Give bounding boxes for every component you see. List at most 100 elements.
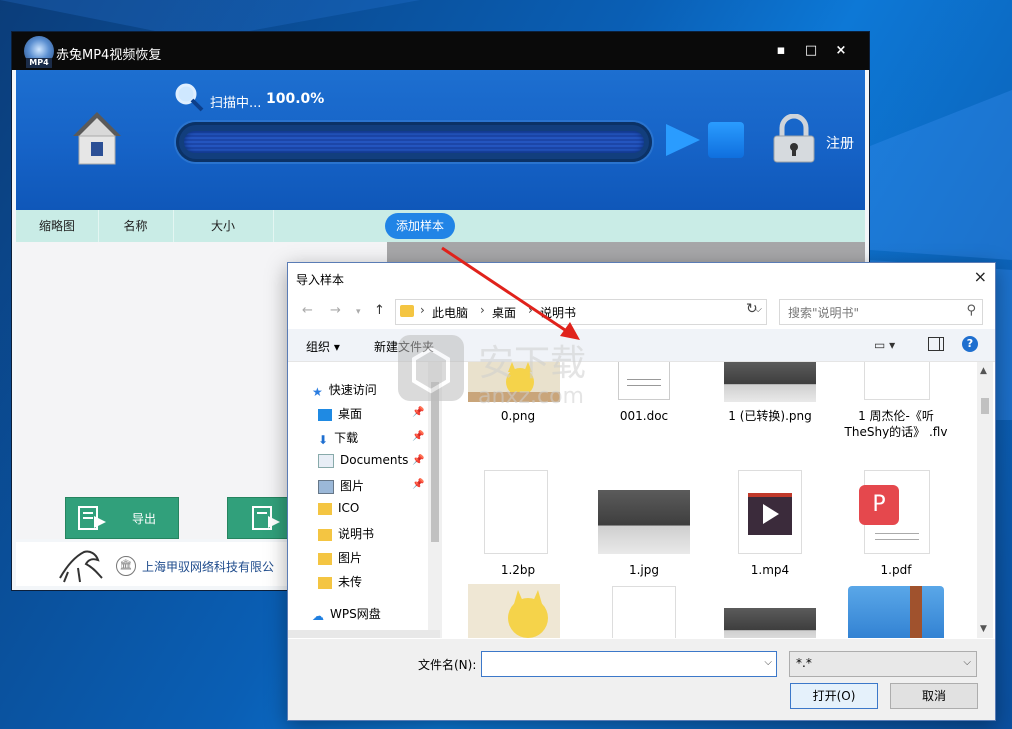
register-link[interactable]: 注册 (826, 133, 854, 153)
breadcrumb-desktop[interactable]: 桌面 (492, 304, 516, 321)
svg-text:安下载: 安下载 (478, 343, 586, 384)
search-input[interactable]: 搜索"说明书" ⚲ (779, 299, 983, 325)
svg-text:anxz.com: anxz.com (478, 384, 584, 409)
image-thumbnail-icon (598, 490, 690, 554)
nav-label: 说明书 (338, 527, 375, 541)
video-file-icon (738, 470, 802, 554)
filename-label: 文件名(N): (418, 658, 477, 672)
app-header: 扫描中... 100.0% 注册 (16, 70, 865, 210)
column-name[interactable]: 名称 (98, 210, 174, 242)
nav-item-downloads[interactable]: ⬇ 下载 (318, 429, 358, 447)
view-options-icon[interactable]: ▭ ▾ (874, 338, 895, 352)
nav-label: 桌面 (338, 407, 363, 421)
organize-button[interactable]: 组织 ▾ (306, 338, 340, 355)
cancel-button[interactable]: 取消 (890, 683, 978, 709)
zip-file-icon (848, 586, 944, 638)
file-type-select[interactable]: *.* ⌵ (789, 651, 977, 677)
up-icon[interactable]: ↑ (374, 303, 385, 318)
file-name: 1.2bp (500, 563, 536, 577)
nav-item-untransferred[interactable]: 未传 (318, 573, 362, 590)
star-icon: ★ (312, 384, 323, 399)
export-label: 导出 (132, 512, 157, 526)
logo-text: MP4 (26, 58, 52, 68)
filename-input[interactable]: ⌵ (481, 651, 777, 677)
file-name: 1 周杰伦-《听 TheShy的话》 .flv (844, 409, 948, 439)
pin-icon: 📌 (412, 431, 425, 442)
files-scrollbar[interactable]: ▲ ▼ (977, 362, 993, 638)
scroll-up-icon[interactable]: ▲ (980, 366, 987, 376)
export-button[interactable]: 导出 (65, 497, 179, 539)
recent-locations-icon[interactable]: ▾ (356, 307, 361, 317)
chevron-down-icon: ⌵ (963, 657, 971, 668)
nav-item-desktop[interactable]: 桌面 (318, 405, 362, 422)
download-icon: ⬇ (318, 432, 329, 447)
help-icon[interactable]: ? (962, 336, 978, 352)
breadcrumb-manual[interactable]: 说明书 (540, 304, 576, 321)
blank-file-icon (864, 362, 930, 400)
blank-file-icon (484, 470, 548, 554)
refresh-icon[interactable]: ↻ (746, 301, 758, 317)
import-sample-dialog: 导入样本 × ← → ▾ ↑ › 此电脑 › 桌面 › 说明书 ⌵ ↻ 搜索"说… (287, 262, 996, 721)
file-name: 1.pdf (880, 563, 912, 577)
nav-item-documents[interactable]: Documents (318, 453, 408, 468)
app-logo-icon: MP4 (24, 36, 54, 68)
watermark-logo: 安下载 anxz.com (398, 335, 586, 409)
file-name: 1.jpg (628, 563, 660, 577)
export-alt-icon (252, 506, 280, 530)
nav-item-ico[interactable]: ICO (318, 501, 359, 515)
blank-file-icon (612, 586, 676, 638)
address-bar[interactable]: › 此电脑 › 桌面 › 说明书 ⌵ (395, 299, 767, 325)
app-titlebar: MP4 赤兔MP4视频恢复 ▪ □ × (12, 32, 869, 70)
forward-icon[interactable]: → (330, 303, 341, 318)
nav-label: 快速访问 (328, 383, 377, 397)
scroll-down-icon[interactable]: ▼ (980, 624, 987, 634)
file-name: 1.mp4 (750, 563, 790, 577)
pictures-icon (318, 479, 334, 494)
export-alt-button[interactable] (227, 497, 289, 539)
column-thumbnail[interactable]: 缩略图 (16, 210, 99, 242)
nav-label: 未传 (338, 575, 363, 589)
image-thumbnail-icon (724, 362, 816, 402)
home-icon[interactable] (71, 110, 123, 166)
dialog-close-button[interactable]: × (974, 267, 987, 286)
file-type-value: *.* (796, 656, 812, 670)
breadcrumb-separator-icon: › (528, 303, 533, 317)
play-icon[interactable] (664, 122, 702, 158)
breadcrumb-separator-icon: › (480, 303, 485, 317)
minimize-button[interactable]: ▪ (772, 42, 790, 60)
breadcrumb-this-pc[interactable]: 此电脑 (432, 304, 468, 321)
dialog-footer: 文件名(N): ⌵ *.* ⌵ 打开(O) 取消 (288, 639, 995, 720)
maximize-button[interactable]: □ (802, 42, 820, 60)
navigation-bar: ← → ▾ ↑ › 此电脑 › 桌面 › 说明书 ⌵ ↻ 搜索"说明书" ⚲ (288, 297, 995, 327)
app-title: 赤兔MP4视频恢复 (56, 48, 162, 63)
column-size[interactable]: 大小 (173, 210, 274, 242)
scrollbar-thumb[interactable] (981, 398, 989, 414)
nav-item-manual[interactable]: 说明书 (318, 525, 374, 542)
open-button[interactable]: 打开(O) (790, 683, 878, 709)
nav-label: 图片 (338, 551, 363, 565)
nav-item-quick-access[interactable]: ★ 快速访问 (312, 381, 377, 399)
add-sample-button[interactable]: 添加样本 (385, 213, 455, 239)
desktop-icon (318, 408, 332, 421)
folder-icon (400, 305, 414, 317)
chevron-down-icon[interactable]: ⌵ (764, 657, 772, 668)
pin-icon: 📌 (412, 479, 425, 490)
nav-item-pictures[interactable]: 图片 (318, 477, 364, 494)
back-icon[interactable]: ← (302, 303, 313, 318)
close-button[interactable]: × (832, 42, 850, 60)
progress-bar (176, 122, 652, 162)
cloud-icon: ☁ (312, 608, 324, 623)
pin-icon: 📌 (412, 455, 425, 466)
folder-icon (318, 552, 332, 565)
preview-pane-icon[interactable] (928, 337, 944, 351)
nav-item-wps-cloud[interactable]: ☁ WPS网盘 (312, 605, 381, 623)
stop-icon[interactable] (708, 122, 744, 158)
dialog-title: 导入样本 (296, 273, 345, 287)
lock-icon[interactable] (772, 114, 816, 164)
magnifier-icon (175, 83, 204, 112)
nav-item-pictures-folder[interactable]: 图片 (318, 549, 362, 566)
image-thumbnail-icon (468, 584, 560, 638)
nav-label: WPS网盘 (330, 607, 381, 621)
nav-hscrollbar[interactable] (288, 630, 440, 638)
company-badge-icon: 🏛 (116, 556, 136, 576)
